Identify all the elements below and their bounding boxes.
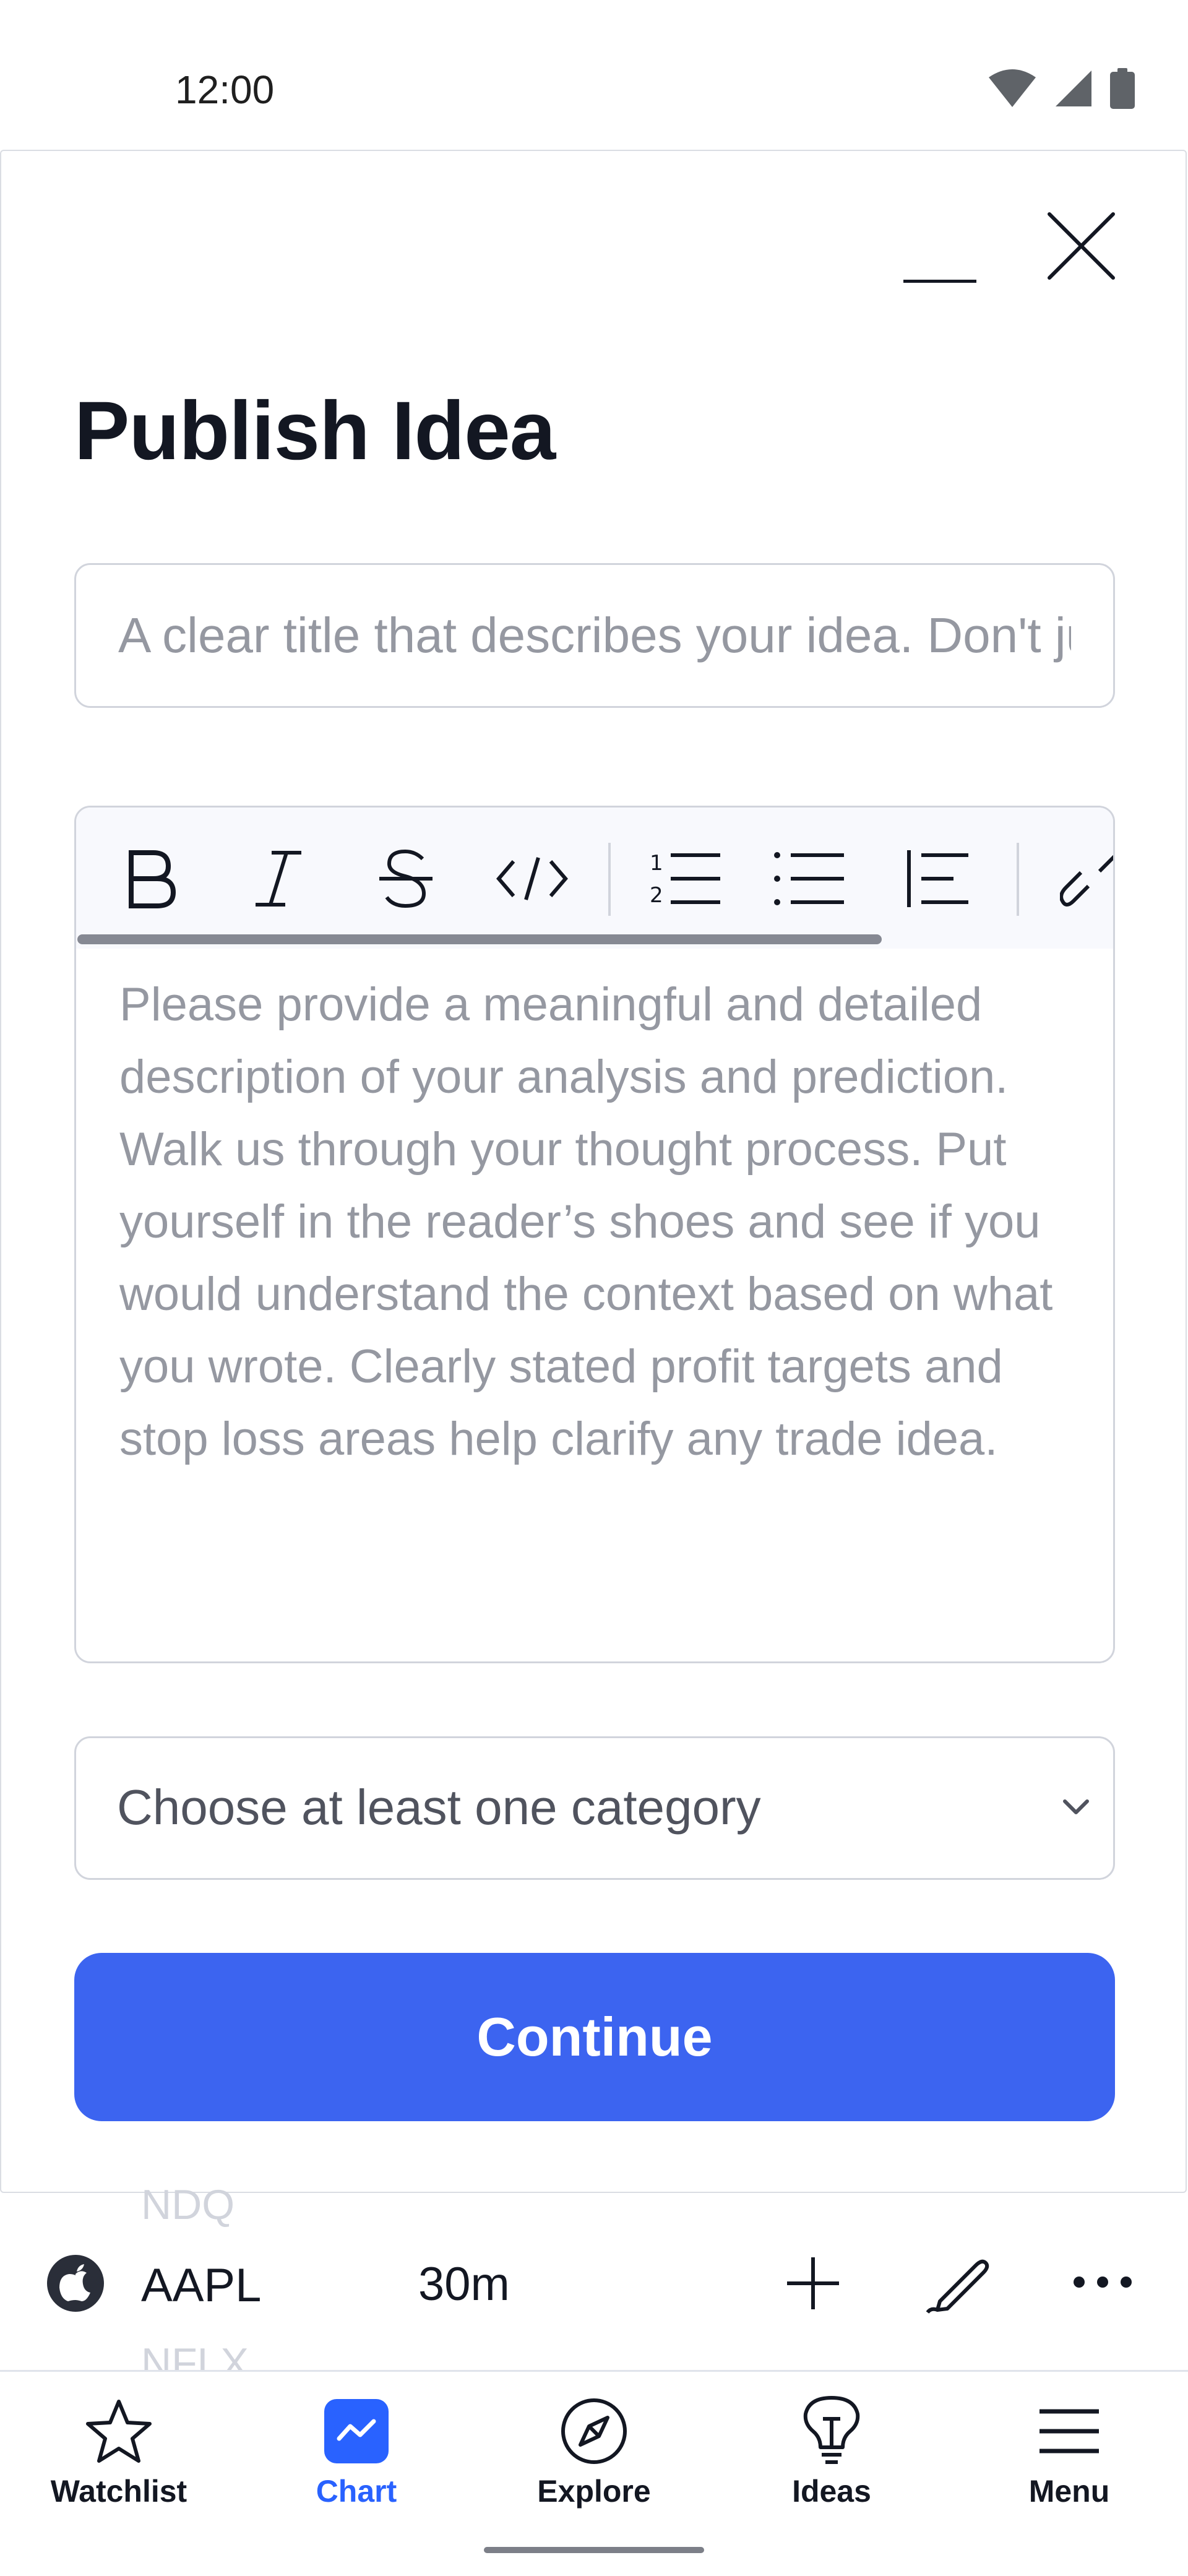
- home-indicator[interactable]: [484, 2547, 704, 2553]
- continue-button[interactable]: Continue: [74, 1953, 1115, 2121]
- italic-icon: [256, 851, 301, 907]
- strikethrough-icon: [379, 849, 433, 908]
- chart-interval[interactable]: 30m: [418, 2257, 510, 2311]
- editor-toolbar: 1 2: [76, 808, 1113, 949]
- toolbar-separator: [1017, 843, 1019, 916]
- nav-menu-label: Menu: [1028, 2474, 1110, 2509]
- numbered-list-button[interactable]: 1 2: [645, 838, 726, 919]
- drawing-pen-icon: [926, 2259, 989, 2314]
- idea-title-input[interactable]: [74, 563, 1115, 708]
- plus-icon: [787, 2257, 839, 2309]
- drawing-tools-button[interactable]: [922, 2245, 996, 2319]
- svg-text:1: 1: [650, 851, 663, 876]
- bold-button[interactable]: [110, 838, 191, 919]
- blockquote-icon: [907, 850, 968, 907]
- toolbar-separator: [608, 843, 611, 916]
- status-bar: 12:00: [0, 0, 1188, 150]
- code-icon: [496, 857, 568, 900]
- description-editor[interactable]: 1 2 Please provide a meaningful and deta…: [74, 806, 1115, 1663]
- previous-symbol: NDQ: [141, 2181, 235, 2228]
- cell-signal-icon: [1054, 69, 1093, 111]
- status-icons: [988, 68, 1135, 112]
- apple-logo-icon: [47, 2255, 104, 2312]
- nav-explore-label: Explore: [537, 2474, 651, 2509]
- wifi-icon: [988, 69, 1037, 111]
- nav-watchlist-label: Watchlist: [50, 2474, 187, 2509]
- description-placeholder[interactable]: Please provide a meaningful and detailed…: [119, 968, 1085, 1475]
- more-button[interactable]: [1065, 2245, 1140, 2319]
- svg-text:2: 2: [650, 883, 663, 908]
- nav-explore[interactable]: Explore: [475, 2372, 713, 2533]
- hamburger-menu-icon: [1032, 2394, 1106, 2468]
- dialog-title: Publish Idea: [74, 385, 556, 477]
- italic-button[interactable]: [238, 838, 319, 919]
- code-button[interactable]: [492, 838, 572, 919]
- chevron-down-icon: [1057, 1788, 1095, 1828]
- chart-icon: [319, 2394, 394, 2468]
- bulleted-list-icon: [774, 852, 844, 905]
- link-button[interactable]: [1054, 838, 1113, 919]
- nav-watchlist[interactable]: Watchlist: [0, 2372, 238, 2533]
- blockquote-button[interactable]: [898, 838, 978, 919]
- battery-icon: [1110, 68, 1135, 112]
- more-icon: [1074, 2277, 1132, 2288]
- toolbar-scrollbar[interactable]: [77, 934, 882, 944]
- status-time: 12:00: [175, 67, 275, 112]
- link-icon: [1060, 855, 1113, 907]
- symbol-ticker[interactable]: AAPL: [141, 2259, 261, 2312]
- bold-icon: [129, 850, 176, 908]
- close-icon: [1048, 212, 1115, 280]
- bulleted-list-button[interactable]: [769, 838, 850, 919]
- category-select-label: Choose at least one category: [117, 1780, 761, 1835]
- add-button[interactable]: [776, 2246, 850, 2320]
- strikethrough-button[interactable]: [366, 838, 446, 919]
- minimize-button[interactable]: [903, 260, 978, 285]
- nav-menu[interactable]: Menu: [950, 2372, 1188, 2533]
- numbered-list-icon: 1 2: [650, 851, 720, 908]
- nav-ideas-label: Ideas: [792, 2474, 871, 2509]
- category-select[interactable]: Choose at least one category: [74, 1736, 1115, 1880]
- nav-ideas[interactable]: Ideas: [713, 2372, 950, 2533]
- bottom-navigation: Watchlist Chart Explore Ideas Menu: [0, 2370, 1188, 2576]
- nav-chart-label: Chart: [316, 2474, 397, 2509]
- star-icon: [82, 2394, 156, 2468]
- close-button[interactable]: [1046, 210, 1117, 282]
- lightbulb-icon: [794, 2394, 869, 2468]
- compass-icon: [557, 2394, 631, 2468]
- nav-chart[interactable]: Chart: [238, 2372, 475, 2533]
